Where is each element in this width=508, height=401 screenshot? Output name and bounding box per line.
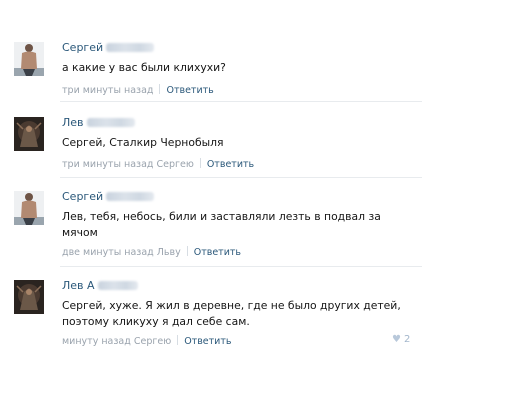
heart-icon: ♥ (392, 334, 401, 345)
reply-button[interactable]: Ответить (184, 336, 231, 347)
meta-separator (177, 335, 179, 345)
author-name[interactable]: Сергей (62, 41, 103, 54)
comment-meta: три минуты назад Сергею Ответить (62, 158, 254, 171)
comment-author[interactable]: Лев (62, 116, 135, 130)
avatar[interactable] (14, 117, 44, 151)
divider (60, 101, 422, 102)
reply-button[interactable]: Ответить (194, 247, 241, 258)
comment-time[interactable]: три минуты назад Сергею (62, 159, 194, 170)
comment-author[interactable]: Лев А (62, 279, 138, 293)
author-name[interactable]: Сергей (62, 190, 103, 203)
comment-thread: Сергей а какие у вас были клихухи? три м… (0, 0, 508, 401)
comment-time[interactable]: три минуты назад (62, 85, 153, 96)
reply-button[interactable]: Ответить (166, 85, 213, 96)
comment-time[interactable]: минуту назад Сергею (62, 336, 171, 347)
meta-separator (186, 246, 188, 256)
divider (60, 266, 422, 267)
redacted-surname (106, 192, 155, 201)
comment-author[interactable]: Сергей (62, 41, 155, 55)
redacted-surname (97, 281, 138, 290)
redacted-surname (86, 118, 135, 127)
comment-text: а какие у вас были клихухи? (62, 61, 226, 74)
comment-text: Лев, тебя, небось, били и заставляли лез… (62, 210, 381, 239)
like-button[interactable]: ♥ 2 (392, 334, 410, 345)
avatar[interactable] (14, 42, 44, 76)
comment-text: Сергей, хуже. Я жил в деревне, где не бы… (62, 299, 401, 328)
avatar[interactable] (14, 280, 44, 314)
meta-separator (199, 158, 201, 168)
reply-button[interactable]: Ответить (207, 159, 254, 170)
comment-text: Сергей, Сталкир Чернобыля (62, 136, 224, 149)
comment-meta: три минуты назад Ответить (62, 84, 214, 97)
comment-meta: минуту назад Сергею Ответить (62, 335, 231, 348)
redacted-surname (106, 43, 155, 52)
comment-time[interactable]: две минуты назад Льву (62, 247, 181, 258)
avatar[interactable] (14, 191, 44, 225)
author-name[interactable]: Лев (62, 116, 84, 129)
divider (60, 177, 422, 178)
author-name[interactable]: Лев А (62, 279, 95, 292)
meta-separator (159, 84, 161, 94)
like-count: 2 (403, 334, 411, 345)
comment-author[interactable]: Сергей (62, 190, 155, 204)
comment-meta: две минуты назад Льву Ответить (62, 246, 241, 259)
